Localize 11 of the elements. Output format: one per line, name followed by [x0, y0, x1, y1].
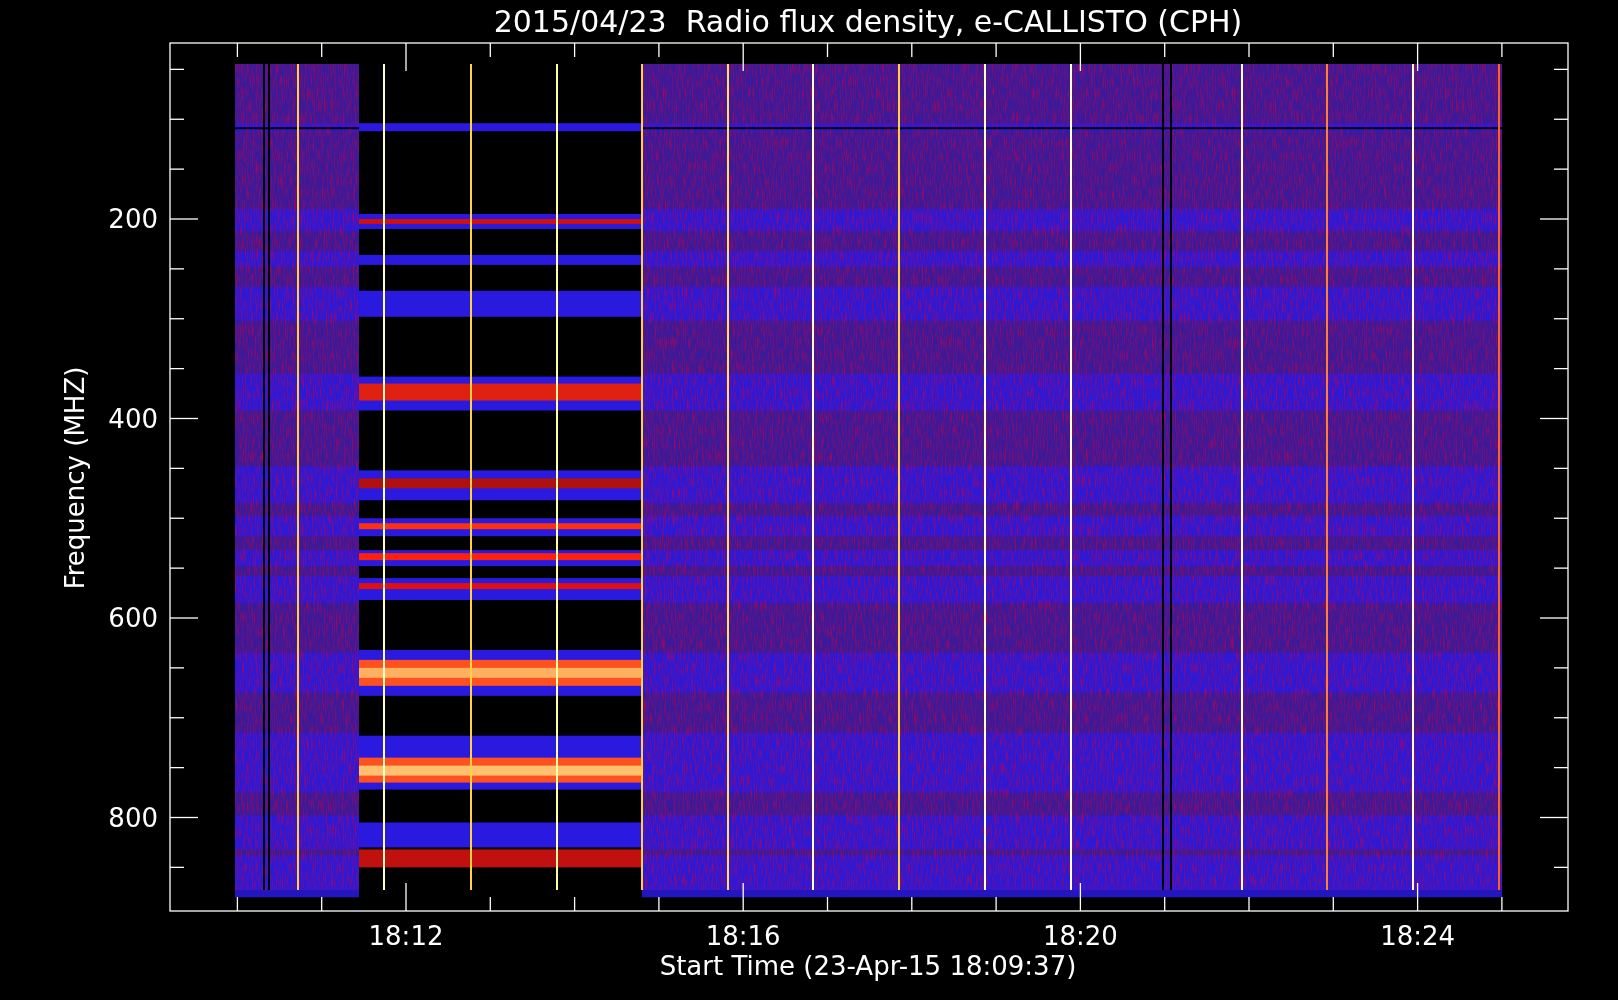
tick-label: 400	[108, 403, 158, 434]
tick-label: 200	[108, 204, 158, 234]
x-axis-label: Start Time (23-Apr-15 18:09:37)	[659, 951, 1077, 981]
tick-label: 18:12	[368, 921, 444, 951]
tick-label: 18:20	[1042, 921, 1118, 951]
tick-label: 18:16	[705, 921, 781, 951]
chart-title: 2015/04/23 Radio flux density, e-CALLISTO (CPH)	[493, 4, 1243, 39]
tick-label: 18:24	[1380, 921, 1456, 951]
y-axis-label: Frequency (MHZ)	[60, 366, 90, 590]
tick-label: 600	[108, 603, 158, 633]
tick-label: 800	[108, 802, 158, 833]
